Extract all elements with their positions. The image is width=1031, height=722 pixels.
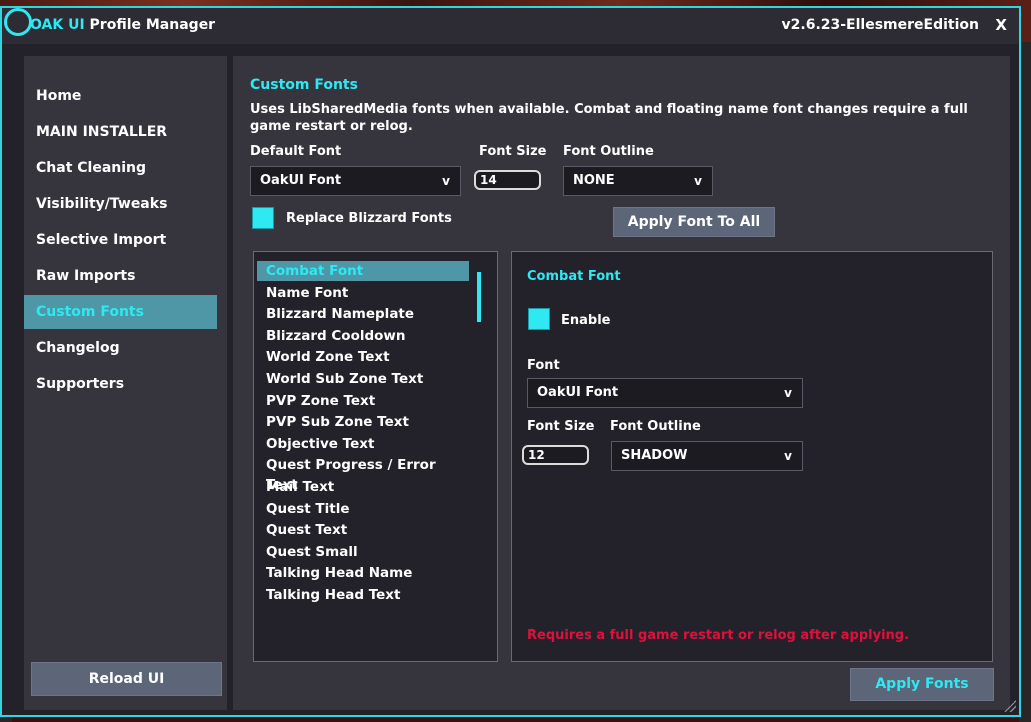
font-outline-label: Font Outline: [563, 144, 654, 159]
list-item-mail-text[interactable]: Mail Text: [257, 477, 469, 497]
sidebar-item-visibility-tweaks[interactable]: Visibility/Tweaks: [24, 187, 217, 221]
chevron-down-icon: v: [442, 174, 450, 188]
font-outline-value: NONE: [573, 173, 615, 188]
replace-blizzard-fonts-label: Replace Blizzard Fonts: [286, 211, 452, 226]
title-bar[interactable]: OAK UI Profile Manager v2.6.23-Ellesmere…: [2, 8, 1019, 44]
window-title-rest: Profile Manager: [84, 17, 216, 33]
list-item-objective-text[interactable]: Objective Text: [257, 434, 469, 454]
list-item-combat-font[interactable]: Combat Font: [257, 261, 469, 281]
list-item-blizzard-nameplate[interactable]: Blizzard Nameplate: [257, 304, 469, 324]
detail-font-outline-label: Font Outline: [610, 419, 701, 434]
window-title: OAK UI Profile Manager: [30, 17, 215, 33]
list-item-quest-title[interactable]: Quest Title: [257, 499, 469, 519]
list-item-world-sub-zone-text[interactable]: World Sub Zone Text: [257, 369, 469, 389]
apply-fonts-button[interactable]: Apply Fonts: [850, 668, 994, 701]
version-label: v2.6.23-EllesmereEdition: [781, 17, 979, 33]
enable-label: Enable: [561, 313, 611, 328]
font-outline-dropdown[interactable]: NONE v: [563, 166, 713, 196]
chevron-down-icon: v: [694, 174, 702, 188]
custom-fonts-panel: Custom Fonts Uses LibSharedMedia fonts w…: [233, 56, 1010, 710]
list-item-quest-progress-error-text[interactable]: Quest Progress / Error Text: [257, 455, 469, 493]
sidebar: Home MAIN INSTALLER Chat Cleaning Visibi…: [24, 56, 227, 710]
sidebar-item-supporters[interactable]: Supporters: [24, 367, 217, 401]
sidebar-item-raw-imports[interactable]: Raw Imports: [24, 259, 217, 293]
list-item-pvp-zone-text[interactable]: PVP Zone Text: [257, 391, 469, 411]
font-size-input[interactable]: 14: [474, 170, 541, 190]
list-item-talking-head-name[interactable]: Talking Head Name: [257, 563, 469, 583]
replace-blizzard-fonts-checkbox[interactable]: [252, 207, 274, 229]
list-item-talking-head-text[interactable]: Talking Head Text: [257, 585, 469, 605]
detail-font-label: Font: [527, 358, 560, 373]
restart-warning: Requires a full game restart or relog af…: [527, 628, 910, 643]
close-button[interactable]: X: [995, 16, 1007, 34]
list-item-name-font[interactable]: Name Font: [257, 283, 469, 303]
detail-font-outline-dropdown[interactable]: SHADOW v: [611, 441, 803, 471]
font-size-label: Font Size: [479, 144, 547, 159]
logo-ring-icon: [4, 8, 32, 36]
sidebar-item-custom-fonts[interactable]: Custom Fonts: [24, 295, 217, 329]
sidebar-item-home[interactable]: Home: [24, 79, 217, 113]
sidebar-item-main-installer[interactable]: MAIN INSTALLER: [24, 115, 217, 149]
detail-font-dropdown[interactable]: OakUI Font v: [527, 378, 803, 408]
detail-font-size-input[interactable]: 12: [522, 445, 589, 465]
default-font-label: Default Font: [250, 144, 342, 159]
detail-font-outline-value: SHADOW: [621, 448, 688, 463]
window-title-brand: OAK UI: [30, 17, 85, 33]
page-title: Custom Fonts: [250, 77, 358, 93]
detail-title: Combat Font: [527, 269, 621, 284]
apply-font-to-all-button[interactable]: Apply Font To All: [613, 207, 775, 237]
enable-checkbox[interactable]: [528, 308, 550, 330]
profile-manager-window: OAK UI Profile Manager v2.6.23-Ellesmere…: [0, 6, 1021, 717]
detail-font-size-label: Font Size: [527, 419, 595, 434]
chevron-down-icon: v: [784, 386, 792, 400]
list-item-world-zone-text[interactable]: World Zone Text: [257, 347, 469, 367]
font-detail-panel: Combat Font Enable Font OakUI Font v Fon…: [511, 251, 993, 662]
resize-grip-icon[interactable]: [1004, 700, 1016, 712]
detail-font-value: OakUI Font: [537, 385, 619, 400]
sidebar-item-chat-cleaning[interactable]: Chat Cleaning: [24, 151, 217, 185]
reload-ui-button[interactable]: Reload UI: [31, 662, 222, 696]
default-font-value: OakUI Font: [260, 173, 342, 188]
page-description: Uses LibSharedMedia fonts when available…: [250, 102, 968, 134]
chevron-down-icon: v: [784, 449, 792, 463]
list-item-blizzard-cooldown[interactable]: Blizzard Cooldown: [257, 326, 469, 346]
list-scrollbar[interactable]: [477, 272, 481, 322]
sidebar-item-selective-import[interactable]: Selective Import: [24, 223, 217, 257]
font-target-list: Combat Font Name Font Blizzard Nameplate…: [253, 251, 498, 662]
default-font-dropdown[interactable]: OakUI Font v: [250, 166, 461, 196]
list-item-pvp-sub-zone-text[interactable]: PVP Sub Zone Text: [257, 412, 469, 432]
list-item-quest-text[interactable]: Quest Text: [257, 520, 469, 540]
list-item-quest-small[interactable]: Quest Small: [257, 542, 469, 562]
sidebar-item-changelog[interactable]: Changelog: [24, 331, 217, 365]
